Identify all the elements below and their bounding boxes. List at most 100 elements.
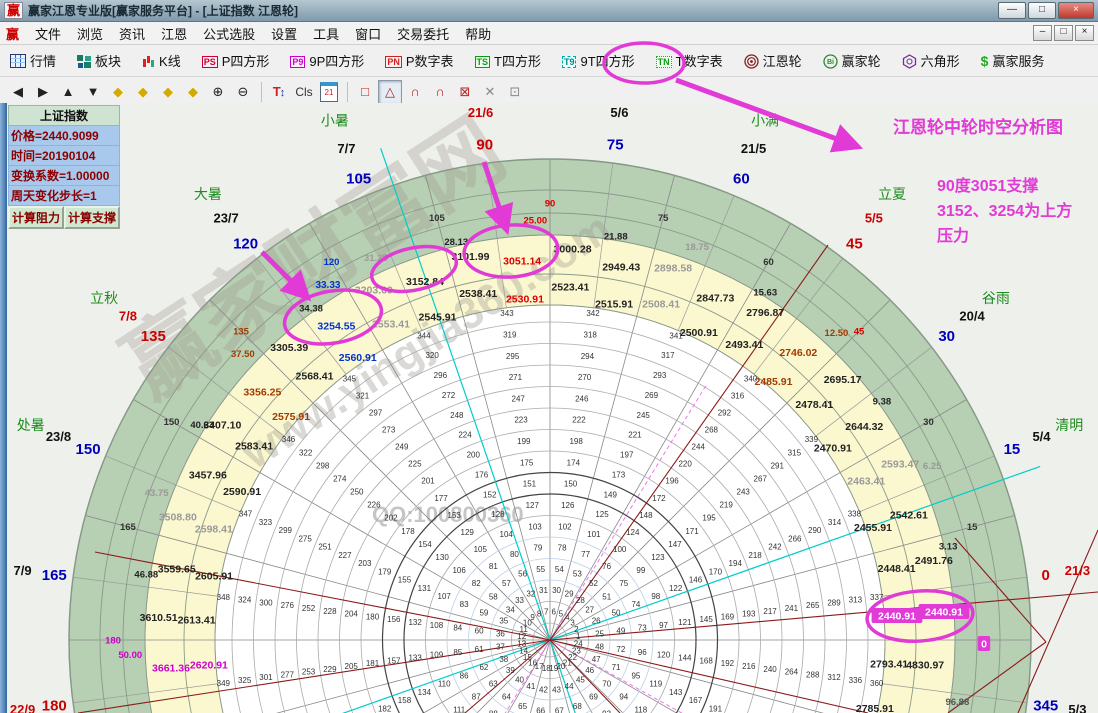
tool-cls-clear[interactable]: Cls: [292, 80, 316, 104]
minimize-button[interactable]: —: [998, 2, 1026, 19]
menu-item-tools[interactable]: 工具: [305, 22, 347, 45]
tool-rotate-left[interactable]: ◀: [6, 80, 30, 104]
svg-text:223: 223: [514, 416, 528, 425]
toolbar-button-hexagon[interactable]: 六角形: [898, 48, 964, 73]
tool-calendar[interactable]: 21: [317, 80, 341, 104]
svg-text:87: 87: [472, 692, 481, 701]
toolbar-button-quotes[interactable]: 行情: [6, 48, 60, 73]
svg-text:171: 171: [685, 527, 699, 536]
svg-text:小暑: 小暑: [321, 113, 349, 129]
mdi-restore-button[interactable]: □: [1054, 25, 1073, 41]
svg-text:7/7: 7/7: [337, 141, 355, 156]
svg-text:2644.32: 2644.32: [845, 421, 883, 433]
menu-item-help[interactable]: 帮助: [457, 22, 499, 45]
toolbar-button-p-square[interactable]: PSP四方形: [198, 48, 274, 73]
svg-text:295: 295: [506, 352, 520, 361]
svg-text:291: 291: [771, 461, 785, 470]
toolbar-button-p-number-table[interactable]: PNP数字表: [381, 48, 457, 73]
svg-text:169: 169: [721, 612, 735, 621]
svg-text:290: 290: [808, 526, 822, 535]
toolbar-button-sectors[interactable]: 板块: [73, 48, 125, 73]
svg-text:324: 324: [238, 596, 252, 605]
menu-item-settings[interactable]: 设置: [263, 22, 305, 45]
tool-zoom-in[interactable]: ⊕: [206, 80, 230, 104]
calc-support-button[interactable]: 计算支撑: [64, 206, 120, 229]
svg-text:2949.43: 2949.43: [602, 261, 640, 273]
tool-shift-left[interactable]: ◆: [106, 80, 130, 104]
svg-text:133: 133: [408, 654, 422, 663]
menu-item-formula-stock-pick[interactable]: 公式选股: [195, 22, 263, 45]
svg-text:64: 64: [502, 693, 511, 702]
chart-area: 赢家财富网www.yingjia360.comQQ:10080036012345…: [0, 103, 1098, 713]
tool-arc-tool-2[interactable]: ∩: [428, 80, 452, 104]
menu-item-news[interactable]: 资讯: [111, 22, 153, 45]
svg-text:179: 179: [378, 567, 392, 576]
svg-text:293: 293: [653, 371, 667, 380]
maximize-button[interactable]: □: [1028, 2, 1056, 19]
svg-text:106: 106: [452, 566, 466, 575]
svg-text:3508.80: 3508.80: [159, 512, 197, 524]
tool-time-axis[interactable]: T↕: [267, 80, 291, 104]
svg-text:124: 124: [626, 528, 640, 537]
toolbar-button-t-number-table[interactable]: TNT数字表: [652, 48, 727, 73]
toolbar-button-9t-square[interactable]: T99T四方形: [558, 48, 639, 73]
mdi-close-button[interactable]: ×: [1075, 25, 1094, 41]
menu-item-gann[interactable]: 江恩: [153, 22, 195, 45]
toolbar-button-winner-wheel[interactable]: Bi赢家轮: [819, 48, 885, 73]
tool-crossbox-tool[interactable]: ⊠: [453, 80, 477, 104]
toolbar-button-gann-wheel[interactable]: 江恩轮: [740, 48, 806, 73]
svg-text:292: 292: [718, 409, 732, 418]
tool-square-tool[interactable]: □: [353, 80, 377, 104]
toolbar-button-kline[interactable]: K线: [138, 48, 185, 73]
tool-screen-tool[interactable]: ⊡: [503, 80, 527, 104]
svg-text:30: 30: [938, 328, 955, 345]
svg-text:240: 240: [763, 665, 777, 674]
svg-text:105: 105: [474, 545, 488, 554]
menu-item-window[interactable]: 窗口: [347, 22, 389, 45]
svg-text:150: 150: [564, 480, 578, 489]
svg-text:336: 336: [849, 676, 863, 685]
tool-triangle-tool[interactable]: △: [378, 80, 402, 104]
svg-text:120: 120: [324, 257, 340, 268]
tool-shift-right[interactable]: ◆: [131, 80, 155, 104]
panel-row-time: 时间=20190104: [8, 146, 120, 166]
svg-text:56: 56: [518, 570, 527, 579]
calc-resistance-button[interactable]: 计算阻力: [8, 206, 64, 229]
menu-item-browse[interactable]: 浏览: [69, 22, 111, 45]
toolbar-button-t-square[interactable]: TST四方形: [471, 48, 545, 73]
menu-item-trade-entrust[interactable]: 交易委托: [389, 22, 457, 45]
toolbar-button-9p-square[interactable]: P99P四方形: [286, 48, 368, 73]
tool-shift-down[interactable]: ◆: [181, 80, 205, 104]
svg-text:9.38: 9.38: [873, 396, 892, 407]
tool-shift-up[interactable]: ◆: [156, 80, 180, 104]
svg-text:大暑: 大暑: [194, 186, 222, 202]
svg-text:167: 167: [689, 696, 703, 705]
svg-text:7: 7: [544, 608, 549, 617]
svg-text:360: 360: [870, 679, 884, 688]
svg-text:33.33: 33.33: [315, 280, 340, 291]
svg-text:94: 94: [619, 692, 628, 701]
tool-tilt-down[interactable]: ▼: [81, 80, 105, 104]
svg-text:338: 338: [848, 510, 862, 519]
tool-arc-tool[interactable]: ∩: [403, 80, 427, 104]
close-button[interactable]: ×: [1058, 2, 1094, 19]
tool-rotate-right[interactable]: ▶: [31, 80, 55, 104]
svg-text:127: 127: [526, 501, 540, 510]
svg-text:2575.91: 2575.91: [272, 411, 310, 423]
tool-scatter-tool[interactable]: ✕: [478, 80, 502, 104]
svg-text:4: 4: [565, 613, 570, 622]
tool-tilt-up[interactable]: ▲: [56, 80, 80, 104]
tn-icon: TN: [656, 53, 672, 68]
mdi-minimize-button[interactable]: –: [1033, 25, 1052, 41]
svg-text:25: 25: [595, 629, 604, 638]
toolbar-button-winner-service[interactable]: $赢家服务: [977, 48, 1049, 73]
svg-text:31: 31: [539, 586, 548, 595]
svg-text:21.88: 21.88: [604, 232, 628, 243]
menu-item-file[interactable]: 文件: [27, 22, 69, 45]
svg-text:246: 246: [575, 394, 589, 403]
main-toolbar: 行情板块 K线 PSP四方形 P99P四方形 PNP数字表 TST四方形 T99T四方形 TN…: [0, 45, 1098, 77]
tool-zoom-out[interactable]: ⊖: [231, 80, 255, 104]
svg-text:120: 120: [657, 651, 671, 660]
svg-text:3.13: 3.13: [939, 542, 958, 553]
svg-text:7/8: 7/8: [119, 309, 137, 324]
